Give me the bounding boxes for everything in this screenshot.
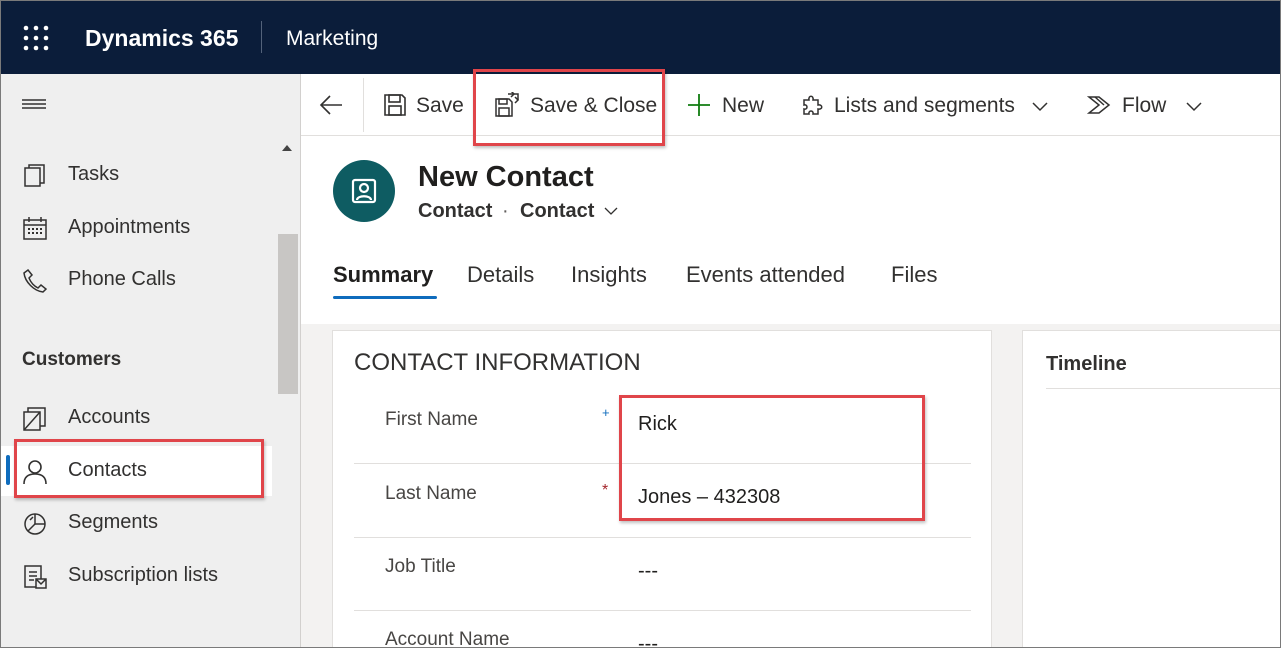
lists-and-segments-label: Lists and segments <box>834 94 1015 117</box>
sidebar-item-contacts[interactable]: Contacts <box>0 446 272 496</box>
back-button[interactable] <box>312 74 352 136</box>
entity-name: Contact <box>418 200 493 222</box>
chevron-down-icon <box>1030 96 1050 116</box>
sidebar-item-label: Contacts <box>68 459 147 481</box>
sidebar-item-label: Appointments <box>68 216 191 238</box>
tab-summary[interactable]: Summary <box>333 262 433 288</box>
last-name-label: Last Name <box>385 483 477 504</box>
field-divider <box>354 463 971 464</box>
sidebar-item-subscription-lists[interactable]: Subscription lists <box>0 551 272 601</box>
save-button[interactable]: Save <box>376 74 468 136</box>
save-button-label: Save <box>416 94 464 117</box>
phone-icon <box>22 268 48 294</box>
back-arrow-icon <box>318 92 344 118</box>
app-title[interactable]: Dynamics 365 <box>85 25 238 52</box>
last-name-field[interactable]: Jones – 432308 <box>638 486 780 509</box>
lists-and-segments-button[interactable]: Lists and segments <box>796 74 1058 136</box>
flow-button-label: Flow <box>1122 94 1167 117</box>
sidebar-section-customers: Customers <box>22 349 122 370</box>
required-marker: * <box>602 482 609 499</box>
sidebar-item-label: Accounts <box>68 406 151 428</box>
flow-icon <box>1086 92 1112 118</box>
command-divider <box>363 78 364 132</box>
save-and-close-button[interactable]: Save & Close <box>488 74 658 136</box>
sidebar-item-appointments[interactable]: Appointments <box>0 203 272 253</box>
chevron-down-icon <box>1184 96 1204 116</box>
accounts-icon <box>22 406 48 432</box>
plus-icon <box>686 92 712 118</box>
new-button-label: New <box>722 94 765 117</box>
scroll-up-arrow-icon[interactable] <box>282 145 292 151</box>
new-button[interactable]: New <box>680 74 772 136</box>
first-name-field[interactable]: Rick <box>638 413 677 436</box>
sidebar-item-accounts[interactable]: Accounts <box>0 393 272 443</box>
account-name-label: Account Name <box>385 629 510 648</box>
sidebar-item-phone-calls[interactable]: Phone Calls <box>0 255 272 305</box>
timeline-panel <box>1022 330 1281 648</box>
section-title: CONTACT INFORMATION <box>354 349 641 376</box>
contact-avatar <box>333 160 395 222</box>
sidebar-item-label: Subscription lists <box>68 564 219 586</box>
sidebar-item-segments[interactable]: Segments <box>0 498 272 548</box>
record-title: New Contact <box>418 161 594 193</box>
sidebar-item-tasks[interactable]: Tasks <box>0 150 272 200</box>
field-divider <box>354 537 971 538</box>
tab-files[interactable]: Files <box>891 262 937 288</box>
flow-button[interactable]: Flow <box>1082 74 1212 136</box>
tab-events-attended[interactable]: Events attended <box>686 262 845 288</box>
save-and-close-icon <box>494 92 520 118</box>
entity-separator: · <box>502 200 509 222</box>
tasks-icon <box>22 163 48 189</box>
module-name[interactable]: Marketing <box>286 27 378 51</box>
account-name-field[interactable]: --- <box>638 633 658 648</box>
sidebar-item-label: Phone Calls <box>68 268 176 290</box>
app-launcher-waffle-icon[interactable] <box>22 24 50 52</box>
selected-indicator <box>6 455 10 485</box>
sidebar-item-label: Segments <box>68 511 159 533</box>
contact-person-icon <box>22 459 48 485</box>
tab-details[interactable]: Details <box>467 262 534 288</box>
sidebar-scrollbar-thumb[interactable] <box>278 234 298 394</box>
job-title-label: Job Title <box>385 556 456 577</box>
field-divider <box>354 610 971 611</box>
recommended-marker: + <box>602 405 610 420</box>
chevron-down-icon[interactable] <box>603 204 619 218</box>
timeline-title: Timeline <box>1046 353 1127 375</box>
save-and-close-label: Save & Close <box>530 94 658 117</box>
topbar-divider <box>261 21 262 53</box>
subscription-list-icon <box>22 564 48 590</box>
calendar-icon <box>22 216 48 242</box>
contact-card-icon <box>351 178 377 204</box>
form-selector[interactable]: Contact <box>520 200 594 223</box>
puzzle-piece-icon <box>800 92 826 118</box>
save-disk-icon <box>382 92 408 118</box>
sidebar-item-label: Tasks <box>68 163 120 185</box>
active-tab-indicator <box>333 296 437 299</box>
first-name-label: First Name <box>385 409 478 430</box>
segments-icon <box>22 511 48 537</box>
hamburger-menu-icon[interactable] <box>22 97 48 115</box>
timeline-divider <box>1046 388 1281 389</box>
tab-insights[interactable]: Insights <box>571 262 647 288</box>
job-title-field[interactable]: --- <box>638 560 658 583</box>
